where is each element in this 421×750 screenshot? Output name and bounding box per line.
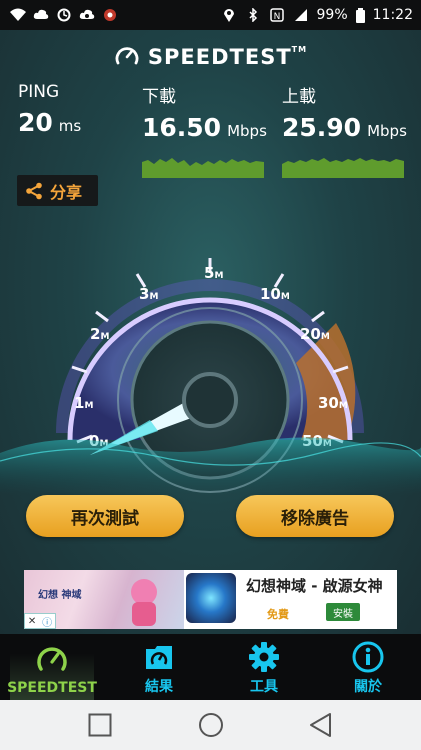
logo-text: SPEEDTESTTM: [147, 45, 308, 69]
close-icon: ✕: [27, 615, 37, 627]
cloud-icon: [33, 9, 49, 19]
nav-tools[interactable]: 工具: [222, 634, 306, 700]
retest-button[interactable]: 再次測試: [26, 495, 184, 537]
nav-results-label: 結果: [145, 679, 173, 695]
nav-speedtest[interactable]: SPEEDTEST: [7, 634, 97, 700]
svg-text:N: N: [273, 12, 280, 22]
download-value: 16.50 Mbps: [142, 113, 267, 142]
results-folder-icon: [146, 646, 172, 669]
bottom-navigation: SPEEDTEST 結果 工具 關於: [0, 634, 421, 700]
speedometer-icon: [37, 647, 67, 671]
nav-speedtest-label: SPEEDTEST: [7, 680, 97, 696]
trademark: TM: [291, 45, 308, 54]
gauge-label-10: 10M: [260, 285, 290, 303]
signal-icon: [294, 9, 307, 21]
sync-icon: [57, 8, 71, 22]
ad-install-button[interactable]: 安裝: [326, 603, 360, 621]
bluetooth-icon: [248, 8, 257, 22]
download-label: 下載: [142, 87, 176, 107]
upload-result: 上載 25.90 Mbps: [282, 82, 407, 142]
speedometer-logo-icon: [115, 47, 139, 65]
ping-label: PING: [18, 82, 60, 102]
ad-app-icon: [186, 573, 236, 623]
nav-about-label: 關於: [354, 679, 382, 695]
wifi-icon: [10, 8, 26, 21]
back-button[interactable]: [309, 712, 333, 738]
system-navigation-bar: [0, 700, 421, 750]
upload-value: 25.90 Mbps: [282, 113, 407, 142]
upload-label: 上載: [282, 87, 316, 107]
ad-close-button[interactable]: ✕ ⓘ: [24, 613, 56, 629]
ad-banner[interactable]: 幻想 神域 ✕ ⓘ 幻想神域 - 啟源女神 免費 安裝: [24, 570, 397, 629]
cloud-sync-icon: [79, 9, 95, 19]
ping-result: PING 20 ms: [18, 82, 81, 137]
info-icon: ⓘ: [42, 617, 53, 629]
gauge-hub: [182, 372, 238, 428]
nav-results[interactable]: 結果: [117, 634, 201, 700]
gauge-label-5: 5M: [204, 264, 223, 282]
ad-free-label: 免費: [267, 608, 289, 621]
ad-character-image: [131, 579, 157, 626]
battery-percent: 99%: [316, 7, 348, 23]
ad-caption: 幻想 神域: [38, 590, 82, 601]
nav-tools-label: 工具: [250, 679, 278, 695]
ad-title: 幻想神域 - 啟源女神: [246, 577, 383, 595]
info-icon: [352, 641, 384, 673]
clock: 11:22: [372, 7, 413, 23]
remove-ads-button[interactable]: 移除廣告: [236, 495, 394, 537]
gear-icon: [249, 642, 279, 672]
nav-about[interactable]: 關於: [326, 634, 410, 700]
ping-value: 20 ms: [18, 108, 82, 137]
home-button[interactable]: [198, 712, 224, 738]
gauge-label-20: 20M: [300, 325, 330, 343]
speedtest-main: SPEEDTESTTM PING 20 ms 下載 16.50 Mbps 上載 25…: [0, 30, 421, 634]
download-sparkline: [142, 158, 264, 178]
gauge-label-3: 3M: [139, 285, 158, 303]
nfc-icon: N: [269, 8, 284, 22]
upload-sparkline: [282, 158, 404, 178]
recent-apps-button[interactable]: [88, 713, 112, 737]
download-result: 下載 16.50 Mbps: [142, 82, 267, 142]
app-header: SPEEDTESTTM: [0, 40, 421, 74]
location-icon: [223, 9, 234, 22]
app-notification-icon: [104, 9, 116, 21]
battery-icon: [355, 7, 365, 23]
speed-gauge: 0M 1M 2M 3M 5M 10M 20M 30M 50M: [0, 258, 421, 495]
status-bar: N 99% 11:22: [0, 0, 421, 30]
